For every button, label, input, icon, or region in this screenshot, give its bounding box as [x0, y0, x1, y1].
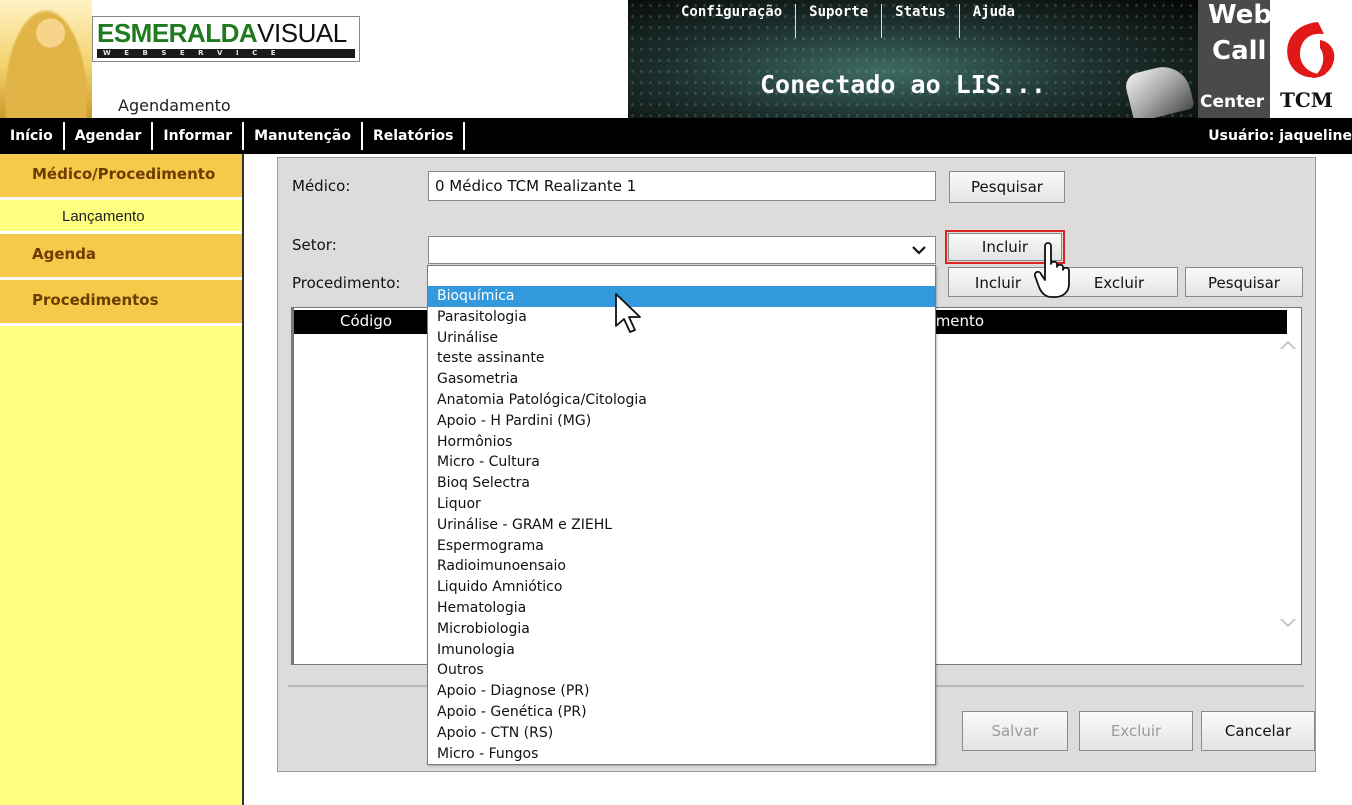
- medico-label: Médico:: [292, 177, 351, 195]
- logo-brand-bold: ESMERALDA: [97, 18, 258, 48]
- link-status[interactable]: Status: [882, 4, 960, 38]
- setor-option[interactable]: Urinálise - GRAM e ZIEHL: [428, 515, 935, 536]
- nav-relatorios[interactable]: Relatórios: [363, 122, 466, 150]
- nav-agendar[interactable]: Agendar: [65, 122, 154, 150]
- salvar-button[interactable]: Salvar: [962, 711, 1068, 751]
- link-configuracao[interactable]: Configuração: [668, 4, 797, 38]
- scroll-up-icon[interactable]: [1279, 338, 1297, 352]
- setor-option[interactable]: Hematologia: [428, 598, 935, 619]
- setor-option[interactable]: Apoio - CTN (RS): [428, 723, 935, 744]
- setor-label: Setor:: [292, 236, 337, 254]
- excluir-button[interactable]: Excluir: [1079, 711, 1193, 751]
- logo-subtitle: WEBSERVICE: [97, 49, 355, 58]
- sidebar-item-procedimentos[interactable]: Procedimentos: [0, 280, 242, 326]
- webcall-line1: Web: [1208, 0, 1272, 30]
- logo-brand-light: VISUAL: [257, 18, 347, 48]
- header-person-photo: [0, 0, 92, 118]
- column-header-codigo[interactable]: Código: [340, 312, 392, 330]
- setor-option[interactable]: Apoio - Genética (PR): [428, 702, 935, 723]
- pesquisar-procedimento-button[interactable]: Pesquisar: [1185, 267, 1303, 297]
- nav-informar[interactable]: Informar: [153, 122, 245, 150]
- incluir-procedimento-button[interactable]: Incluir: [948, 267, 1048, 297]
- setor-option[interactable]: Microbiologia: [428, 619, 935, 640]
- setor-option[interactable]: Hormônios: [428, 432, 935, 453]
- sidebar-item-agenda[interactable]: Agenda: [0, 234, 242, 280]
- chevron-down-icon[interactable]: [911, 242, 927, 258]
- setor-option[interactable]: teste assinante: [428, 348, 935, 369]
- setor-option[interactable]: Micro - Cultura: [428, 452, 935, 473]
- cancelar-button[interactable]: Cancelar: [1201, 711, 1315, 751]
- nav-inicio[interactable]: Início: [0, 122, 65, 150]
- main-navbar: Início Agendar Informar Manutenção Relat…: [0, 118, 1352, 154]
- setor-option[interactable]: Urinálise: [428, 328, 935, 349]
- sidebar-item-medico-procedimento[interactable]: Médico/Procedimento: [0, 154, 242, 200]
- medico-input[interactable]: 0 Médico TCM Realizante 1: [428, 171, 936, 201]
- header: ESMERALDAVISUAL WEBSERVICE Agendamento C…: [0, 0, 1352, 123]
- setor-option[interactable]: Imunologia: [428, 640, 935, 661]
- link-ajuda[interactable]: Ajuda: [960, 4, 1028, 38]
- sidebar: Médico/Procedimento Lançamento Agenda Pr…: [0, 154, 244, 805]
- setor-option[interactable]: Gasometria: [428, 369, 935, 390]
- setor-option[interactable]: Bioquímica: [428, 286, 935, 307]
- setor-option[interactable]: Bioq Selectra: [428, 473, 935, 494]
- connection-status: Conectado ao LIS...: [760, 70, 1046, 99]
- setor-select[interactable]: [428, 236, 936, 264]
- setor-option[interactable]: Apoio - H Pardini (MG): [428, 411, 935, 432]
- excluir-procedimento-button[interactable]: Excluir: [1060, 267, 1178, 297]
- webcall-center-logo: Web Call Center: [1198, 0, 1272, 118]
- module-title: Agendamento: [118, 96, 231, 115]
- setor-option[interactable]: Micro - Fungos: [428, 744, 935, 764]
- sidebar-item-lancamento[interactable]: Lançamento: [0, 200, 242, 234]
- nav-manutencao[interactable]: Manutenção: [244, 122, 363, 150]
- header-banner: Configuração Suporte Status Ajuda Conect…: [628, 0, 1198, 123]
- incluir-setor-button[interactable]: Incluir: [945, 230, 1065, 264]
- setor-option[interactable]: Liquor: [428, 494, 935, 515]
- esmeralda-logo: ESMERALDAVISUAL WEBSERVICE: [92, 16, 360, 62]
- setor-option[interactable]: Radioimunoensaio: [428, 556, 935, 577]
- webcall-line3: Center: [1200, 92, 1265, 112]
- top-links: Configuração Suporte Status Ajuda: [668, 4, 1028, 38]
- logo-title: ESMERALDAVISUAL: [97, 19, 347, 47]
- tcm-wordmark: TCM: [1280, 88, 1333, 112]
- scroll-down-icon[interactable]: [1279, 616, 1297, 630]
- pesquisar-medico-button[interactable]: Pesquisar: [949, 171, 1065, 203]
- setor-option[interactable]: Parasitologia: [428, 307, 935, 328]
- setor-dropdown-list[interactable]: Bioquímica Parasitologia Urinálise teste as…: [427, 265, 936, 765]
- tcm-swirl-icon: [1287, 22, 1335, 78]
- dropdown-blank-option[interactable]: [428, 266, 935, 286]
- setor-option[interactable]: Liquido Amniótico: [428, 577, 935, 598]
- link-suporte[interactable]: Suporte: [796, 4, 883, 38]
- setor-option[interactable]: Outros: [428, 660, 935, 681]
- webcall-line2: Call: [1212, 36, 1267, 66]
- setor-option[interactable]: Anatomia Patológica/Citologia: [428, 390, 935, 411]
- procedimento-label: Procedimento:: [292, 274, 401, 292]
- current-user: Usuário: jaqueline: [1208, 128, 1352, 144]
- setor-option[interactable]: Apoio - Diagnose (PR): [428, 681, 935, 702]
- setor-option[interactable]: Espermograma: [428, 536, 935, 557]
- tcm-logo: TCM: [1270, 0, 1352, 118]
- app-window: ESMERALDAVISUAL WEBSERVICE Agendamento C…: [0, 0, 1352, 805]
